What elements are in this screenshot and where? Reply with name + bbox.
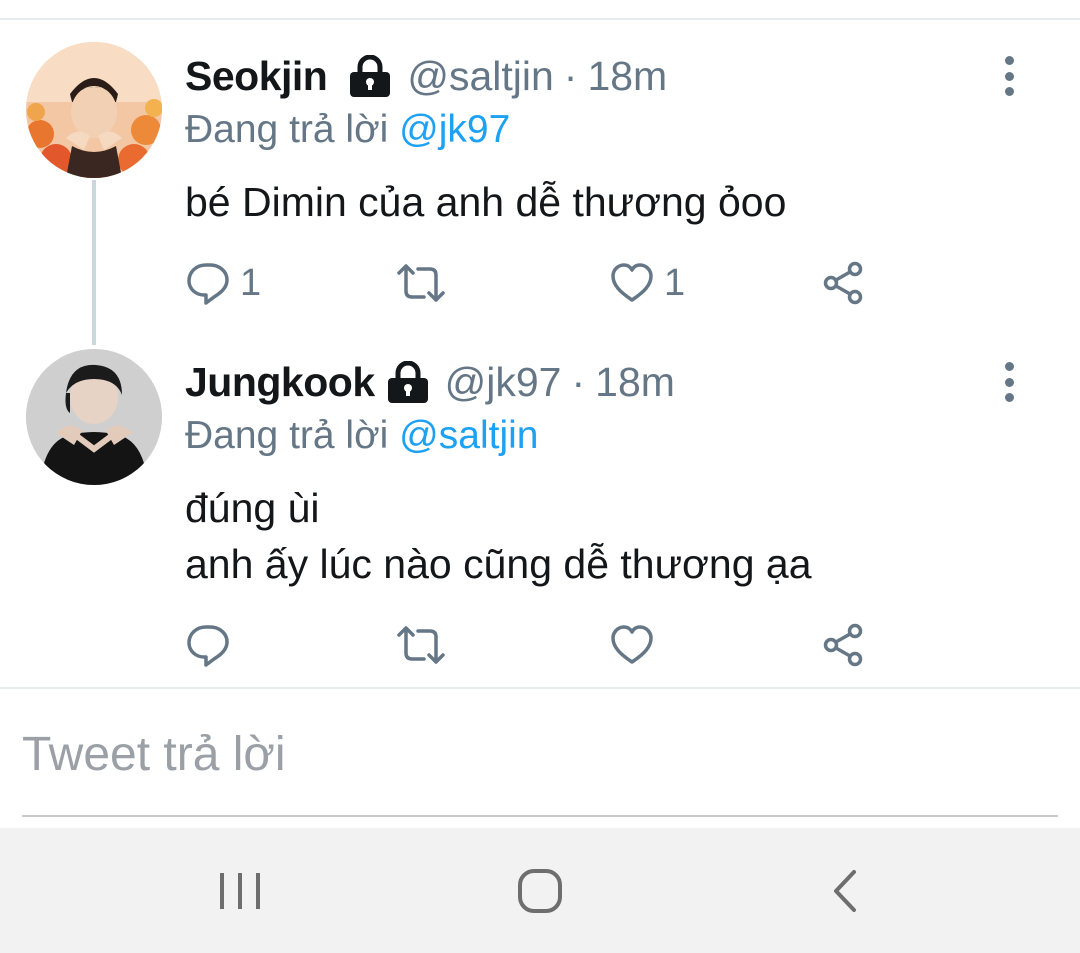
retweet-button[interactable] (396, 620, 446, 670)
tweet-text-line-2: anh ấy lúc nào cũng dễ thương ạa (185, 541, 812, 587)
home-button[interactable] (480, 828, 600, 953)
section-divider (0, 687, 1080, 689)
reply-tweet-input[interactable] (22, 722, 1058, 786)
recents-button[interactable] (180, 828, 300, 953)
back-button[interactable] (785, 828, 905, 953)
back-icon (834, 869, 856, 912)
home-icon (518, 868, 562, 913)
tweet-actions (0, 620, 1080, 670)
user-handle: @jk97 (444, 358, 562, 405)
lock-icon (385, 361, 431, 403)
avatar-jungkook[interactable] (26, 349, 162, 485)
reply-button[interactable] (186, 620, 230, 670)
reply-input-underline (22, 815, 1058, 817)
more-vertical-icon[interactable] (1000, 362, 1018, 402)
replying-prefix: Đang trả lời (185, 414, 389, 457)
replying-to: Đang trả lời @saltjin (185, 414, 538, 458)
tweet-jungkook[interactable]: Jungkook @jk97 · 18m Đang trả lời @saltj… (0, 0, 1080, 686)
system-navigation-bar (0, 828, 1080, 953)
mention-link[interactable]: @saltjin (399, 414, 538, 457)
reply-icon (187, 625, 229, 667)
tweet-header: Jungkook @jk97 · 18m (185, 354, 675, 410)
like-icon (611, 625, 653, 664)
recents-icon (220, 872, 260, 909)
separator-dot: · (571, 358, 586, 405)
like-button[interactable] (610, 620, 654, 670)
share-button[interactable] (822, 620, 866, 670)
display-name[interactable]: Jungkook (185, 359, 375, 406)
timestamp[interactable]: 18m (595, 359, 675, 406)
share-icon (823, 623, 863, 667)
tweet-text-line-1: đúng ùi (185, 485, 320, 531)
retweet-icon (397, 626, 445, 664)
avatar-photo-jungkook (26, 349, 162, 485)
